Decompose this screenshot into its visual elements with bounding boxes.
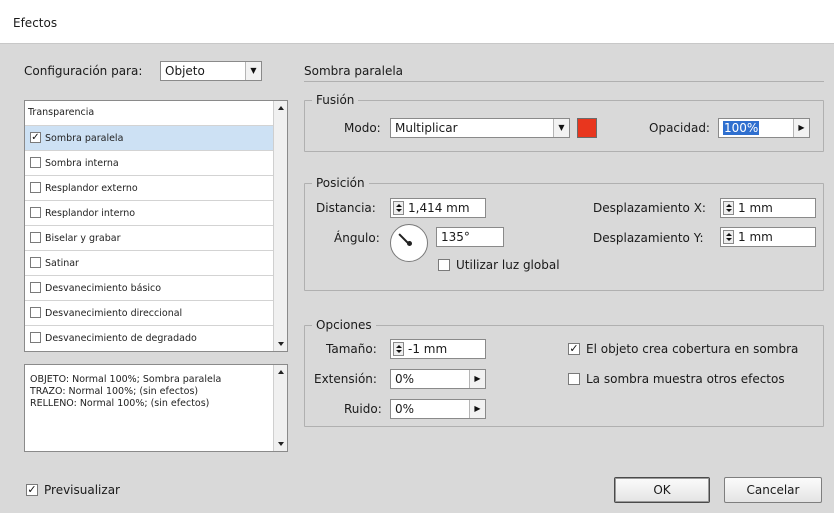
opacity-label: Opacidad: xyxy=(649,121,710,135)
list-item-label: Resplandor externo xyxy=(45,183,138,194)
checkbox-desvanecimiento-basico[interactable] xyxy=(30,282,41,293)
spread-label: Extensión: xyxy=(314,372,377,386)
config-select[interactable]: Objeto ▼ xyxy=(160,61,262,81)
list-item-biselar-y-grabar[interactable]: Biselar y grabar xyxy=(25,225,274,250)
opacity-field[interactable]: 100% ▶ xyxy=(718,118,810,138)
stepper-icon[interactable] xyxy=(393,342,404,356)
position-group-title: Posición xyxy=(312,176,369,190)
scroll-down-icon[interactable] xyxy=(278,342,284,346)
preview-label[interactable]: Previsualizar xyxy=(44,483,120,497)
stepper-icon[interactable] xyxy=(393,201,404,215)
global-light-label[interactable]: Utilizar luz global xyxy=(456,258,560,272)
list-item-label: Satinar xyxy=(45,258,79,269)
flyout-arrow-icon[interactable]: ▶ xyxy=(469,370,485,388)
checkbox-desvanecimiento-direccional[interactable] xyxy=(30,307,41,318)
offset-y-value: 1 mm xyxy=(738,230,773,244)
honor-other-effects-checkbox[interactable] xyxy=(568,373,580,385)
chevron-down-icon: ▼ xyxy=(245,62,261,80)
effects-summary: OBJETO: Normal 100%; Sombra paralela TRA… xyxy=(24,364,288,452)
effects-list: Transparencia ✓ Sombra paralela Sombra i… xyxy=(24,100,288,352)
offset-x-field[interactable]: 1 mm xyxy=(720,198,816,218)
stepper-icon[interactable] xyxy=(723,201,734,215)
scroll-down-icon[interactable] xyxy=(278,442,284,446)
mode-label: Modo: xyxy=(344,121,381,135)
checkbox-sombra-interna[interactable] xyxy=(30,157,41,168)
list-item-label: Desvanecimiento de degradado xyxy=(45,333,197,344)
summary-scrollbar[interactable] xyxy=(273,365,287,451)
ok-button[interactable]: OK xyxy=(614,477,710,503)
chevron-down-icon: ▼ xyxy=(553,119,569,137)
summary-line-trazo: TRAZO: Normal 100%; (sin efectos) xyxy=(30,386,199,397)
angle-dial-icon[interactable] xyxy=(390,224,428,262)
offset-x-label: Desplazamiento X: xyxy=(593,201,706,215)
summary-line-relleno: RELLENO: Normal 100%; (sin efectos) xyxy=(30,398,210,409)
list-item-label: Biselar y grabar xyxy=(45,233,121,244)
offset-x-value: 1 mm xyxy=(738,201,773,215)
knockout-label[interactable]: El objeto crea cobertura en sombra xyxy=(586,342,798,356)
scroll-up-icon[interactable] xyxy=(278,106,284,110)
effects-dialog: Configuración para: Objeto ▼ Transparenc… xyxy=(0,44,834,513)
title-divider xyxy=(304,81,824,82)
list-item-label: Desvanecimiento básico xyxy=(45,283,162,294)
blend-mode-select[interactable]: Multiplicar ▼ xyxy=(390,118,570,138)
checkbox-sombra-paralela[interactable]: ✓ xyxy=(30,132,41,143)
list-item-label: Sombra interna xyxy=(45,158,119,169)
flyout-arrow-icon[interactable]: ▶ xyxy=(793,119,809,137)
checkbox-satinar[interactable] xyxy=(30,257,41,268)
list-item-desvanecimiento-direccional[interactable]: Desvanecimiento direccional xyxy=(25,300,274,325)
distance-field[interactable]: 1,414 mm xyxy=(390,198,486,218)
angle-field[interactable]: 135° xyxy=(436,227,504,247)
checkbox-resplandor-externo[interactable] xyxy=(30,182,41,193)
section-title: Sombra paralela xyxy=(304,64,404,78)
size-field[interactable]: -1 mm xyxy=(390,339,486,359)
checkbox-resplandor-interno[interactable] xyxy=(30,207,41,218)
size-label: Tamaño: xyxy=(326,342,377,356)
list-item-label: Desvanecimiento direccional xyxy=(45,308,183,319)
list-item-resplandor-externo[interactable]: Resplandor externo xyxy=(25,175,274,200)
list-item-label: Sombra paralela xyxy=(45,133,124,144)
opacity-value[interactable]: 100% xyxy=(723,121,760,135)
checkbox-desvanecimiento-de-degradado[interactable] xyxy=(30,332,41,343)
window-title: Efectos xyxy=(13,16,58,30)
global-light-checkbox[interactable] xyxy=(438,259,450,271)
fusion-group-title: Fusión xyxy=(312,93,359,107)
angle-label: Ángulo: xyxy=(334,231,380,245)
noise-label: Ruido: xyxy=(344,402,382,416)
noise-value: 0% xyxy=(395,402,415,416)
offset-y-field[interactable]: 1 mm xyxy=(720,227,816,247)
noise-field[interactable]: 0% ▶ xyxy=(390,399,486,419)
summary-line-objeto: OBJETO: Normal 100%; Sombra paralela xyxy=(30,374,222,385)
angle-value: 135° xyxy=(441,230,470,244)
list-header: Transparencia xyxy=(28,107,95,118)
honor-other-effects-label[interactable]: La sombra muestra otros efectos xyxy=(586,372,785,386)
list-item-sombra-interna[interactable]: Sombra interna xyxy=(25,150,274,175)
list-item-sombra-paralela[interactable]: ✓ Sombra paralela xyxy=(25,125,274,150)
options-group-title: Opciones xyxy=(312,318,376,332)
stepper-icon[interactable] xyxy=(723,230,734,244)
cancel-button[interactable]: Cancelar xyxy=(724,477,822,503)
distance-label: Distancia: xyxy=(316,201,376,215)
offset-y-label: Desplazamiento Y: xyxy=(593,231,704,245)
list-item-desvanecimiento-de-degradado[interactable]: Desvanecimiento de degradado xyxy=(25,325,274,350)
title-bar: Efectos xyxy=(0,0,834,44)
flyout-arrow-icon[interactable]: ▶ xyxy=(469,400,485,418)
knockout-checkbox[interactable]: ✓ xyxy=(568,343,580,355)
config-select-value: Objeto xyxy=(165,64,205,78)
list-item-label: Resplandor interno xyxy=(45,208,136,219)
shadow-color-swatch[interactable] xyxy=(577,118,597,138)
list-item-desvanecimiento-basico[interactable]: Desvanecimiento básico xyxy=(25,275,274,300)
spread-field[interactable]: 0% ▶ xyxy=(390,369,486,389)
list-item-resplandor-interno[interactable]: Resplandor interno xyxy=(25,200,274,225)
scroll-up-icon[interactable] xyxy=(278,370,284,374)
config-label: Configuración para: xyxy=(24,64,143,78)
list-scrollbar[interactable] xyxy=(273,101,287,351)
distance-value: 1,414 mm xyxy=(408,201,470,215)
spread-value: 0% xyxy=(395,372,415,386)
checkbox-biselar-y-grabar[interactable] xyxy=(30,232,41,243)
preview-checkbox[interactable]: ✓ xyxy=(26,484,38,496)
list-item-satinar[interactable]: Satinar xyxy=(25,250,274,275)
blend-mode-value: Multiplicar xyxy=(395,121,458,135)
size-value: -1 mm xyxy=(408,342,448,356)
